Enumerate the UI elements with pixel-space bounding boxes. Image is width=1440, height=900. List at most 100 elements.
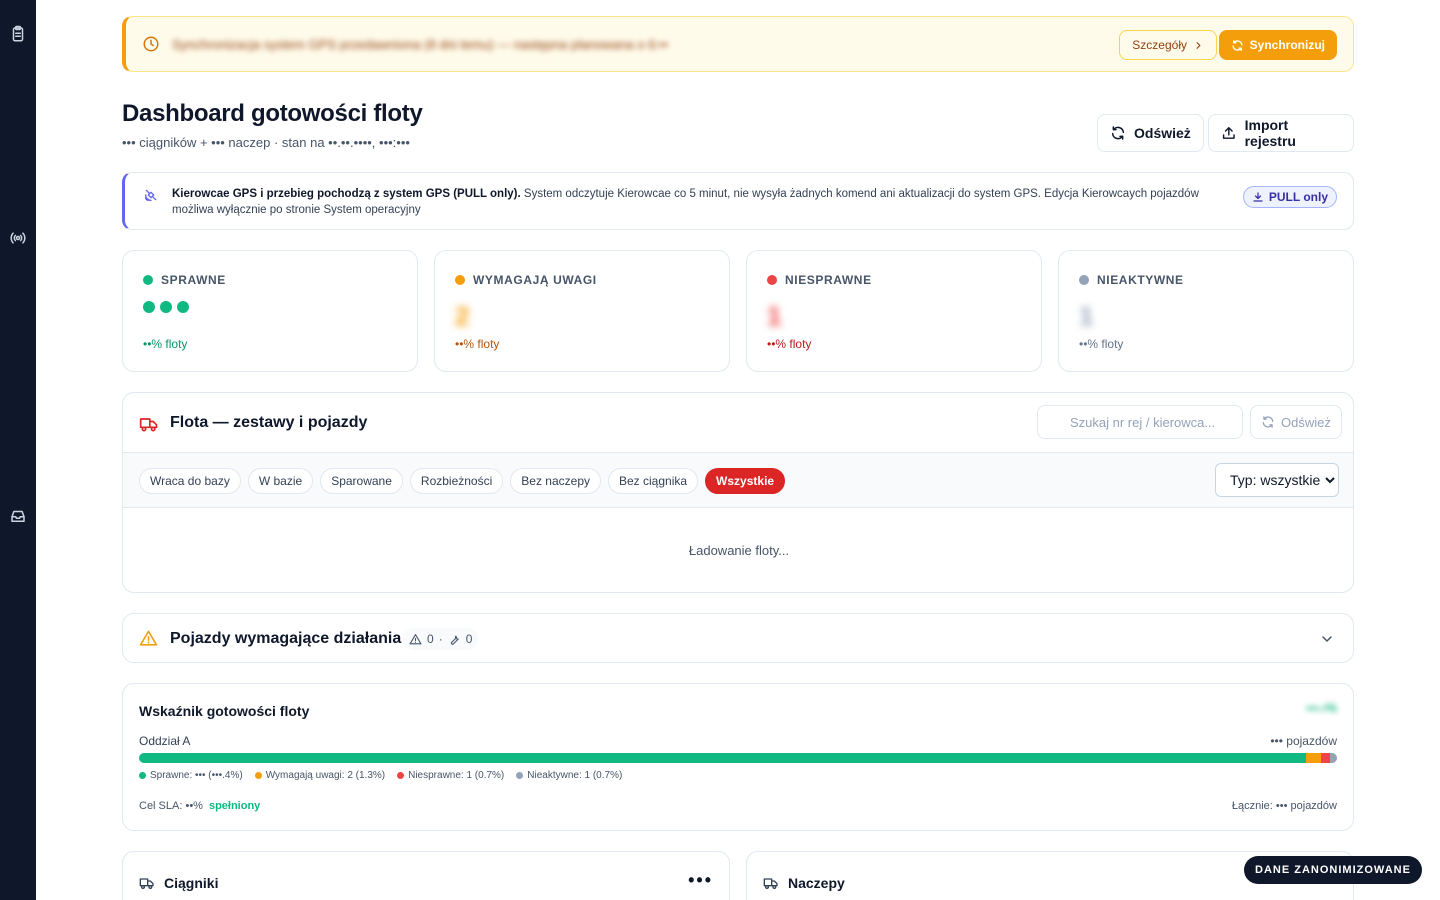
download-icon — [1253, 192, 1263, 202]
gps-info-box: Kierowcae GPS i przebieg pochodzą z syst… — [122, 172, 1354, 230]
stat-label: NIEAKTYWNE — [1097, 273, 1184, 287]
legend-item-inactive: Nieaktywne: 1 (0.7%) — [516, 770, 622, 781]
stat-card-operational: SPRAWNE ••% floty — [122, 250, 418, 372]
clipboard-icon[interactable] — [8, 24, 28, 44]
status-dot — [1079, 275, 1089, 285]
alert-triangle-icon — [409, 633, 422, 644]
stat-card-inactive: NIEAKTYWNE 1 ••% floty — [1058, 250, 1354, 372]
refresh-icon — [1232, 39, 1243, 51]
stat-value: 1 — [767, 301, 782, 331]
info-text-bold: Kierowcae GPS i przebieg pochodzą z syst… — [172, 188, 521, 200]
truck-icon — [139, 878, 154, 889]
page-subtitle: ••• ciągników + ••• naczep · stan na ••.… — [122, 135, 410, 150]
sidebar — [0, 0, 36, 900]
filter-chip-in-base[interactable]: W bazie — [247, 468, 314, 494]
loading-message: Ładowanie floty... — [688, 543, 790, 558]
tractors-count: ••• — [688, 870, 713, 890]
sla-status: spełniony — [208, 800, 261, 812]
stat-label: SPRAWNE — [161, 273, 226, 287]
stat-percent: ••% floty — [143, 337, 188, 351]
branch-vehicle-count: ••• pojazdów — [1270, 734, 1337, 748]
inbox-icon[interactable] — [8, 506, 28, 526]
filter-chip-no-tractor[interactable]: Bez ciągnika — [608, 468, 699, 494]
stat-percent: ••% floty — [1079, 337, 1124, 351]
stat-percent: ••% floty — [455, 337, 500, 351]
details-label: Szczegóły — [1132, 38, 1187, 52]
filter-chip-returning[interactable]: Wraca do bazy — [139, 468, 241, 494]
refresh-label: Odśwież — [1134, 125, 1191, 141]
fleet-refresh-label: Odśwież — [1281, 414, 1331, 430]
legend-item-attention: Wymagają uwagi: 2 (1.3%) — [254, 770, 385, 781]
actions-required-panel[interactable]: Pojazdy wymagające działania 0 · 0 — [122, 613, 1354, 663]
wrench-icon — [450, 635, 459, 645]
trailer-icon — [763, 878, 778, 889]
sla-label: Cel SLA: ••% — [139, 800, 203, 812]
stat-card-attention: WYMAGAJĄ UWAGI 2 ••% floty — [434, 250, 730, 372]
readiness-legend: Sprawne: ••• (•••.4%) Wymagają uwagi: 2 … — [139, 770, 622, 781]
tractors-title: Ciągniki — [164, 875, 219, 891]
readiness-segment — [1305, 753, 1322, 763]
readiness-bar — [139, 753, 1337, 763]
synchronize-label: Synchronizuj — [1249, 38, 1325, 52]
readiness-segment — [1329, 753, 1337, 763]
refresh-icon — [1262, 416, 1274, 428]
stat-label: WYMAGAJĄ UWAGI — [473, 273, 597, 287]
trailers-title: Naczepy — [788, 875, 845, 891]
broadcast-icon[interactable] — [8, 228, 28, 248]
readiness-percent: •••.•% — [1306, 701, 1337, 715]
filter-chip-all[interactable]: Wszystkie — [705, 468, 786, 494]
stat-percent: ••% floty — [767, 337, 812, 351]
stat-value: 1 — [1079, 301, 1094, 331]
stat-label: NIESPRAWNE — [785, 273, 872, 287]
branch-name: Oddział A — [139, 734, 191, 748]
sync-warning-banner: Synchronizacja system GPS przedawniona (… — [122, 16, 1354, 72]
status-dot — [767, 275, 777, 285]
anonymized-data-badge: DANE ZANONIMIZOWANE — [1244, 856, 1422, 884]
warning-icon — [139, 630, 158, 646]
type-select[interactable]: Typ: wszystkie — [1215, 463, 1339, 497]
filter-chip-discrepancies[interactable]: Rozbieżności — [409, 468, 504, 494]
clock-icon — [143, 36, 159, 52]
readiness-segment — [139, 753, 1306, 763]
details-button[interactable]: Szczegóły — [1119, 30, 1217, 60]
actions-counts: 0 · 0 — [403, 628, 479, 650]
import-label: Import rejestru — [1244, 117, 1296, 149]
tractors-card: Ciągniki ••• — [122, 851, 730, 900]
legend-item-operational: Sprawne: ••• (•••.4%) — [139, 770, 243, 781]
fleet-title: Flota — zestawy i pojazdy — [170, 414, 368, 431]
info-text: Kierowcae GPS i przebieg pochodzą z syst… — [172, 186, 1212, 218]
status-dot — [143, 275, 153, 285]
refresh-icon — [1111, 126, 1125, 140]
separator: · — [438, 632, 443, 646]
pull-only-badge: PULL only — [1242, 186, 1337, 208]
fleet-panel: Flota — zestawy i pojazdy Odśwież Wraca … — [122, 392, 1354, 593]
search-input[interactable] — [1037, 405, 1243, 439]
page-title: Dashboard gotowości floty — [122, 100, 423, 127]
filter-chip-paired[interactable]: Sparowane — [320, 468, 403, 494]
stat-card-broken: NIESPRAWNE 1 ••% floty — [746, 250, 1042, 372]
total-vehicles: Łącznie: ••• pojazdów — [1231, 800, 1337, 812]
chevron-right-icon — [1196, 41, 1201, 49]
banner-message: Synchronizacja system GPS przedawniona (… — [172, 37, 669, 52]
filter-bar: Wraca do bazy W bazie Sparowane Rozbieżn… — [123, 452, 1353, 508]
filter-chips: Wraca do bazy W bazie Sparowane Rozbieżn… — [139, 468, 786, 494]
synchronize-button[interactable]: Synchronizuj — [1218, 30, 1337, 60]
repairs-count: 0 — [465, 632, 473, 646]
fleet-readiness-panel: Wskaźnik gotowości floty •••.•% Oddział … — [122, 683, 1354, 831]
import-registry-button[interactable]: Import rejestru — [1208, 114, 1354, 152]
satellite-icon — [145, 189, 157, 201]
filter-chip-no-trailer[interactable]: Bez naczepy — [510, 468, 601, 494]
warnings-count: 0 — [427, 632, 434, 646]
stat-value — [143, 301, 189, 313]
truck-icon — [139, 418, 158, 432]
legend-item-broken: Niesprawne: 1 (0.7%) — [397, 770, 504, 781]
fleet-refresh-button[interactable]: Odśwież — [1250, 405, 1342, 439]
readiness-title: Wskaźnik gotowości floty — [139, 703, 310, 719]
status-dot — [455, 275, 465, 285]
pull-only-label: PULL only — [1268, 190, 1328, 204]
refresh-button[interactable]: Odśwież — [1097, 114, 1204, 152]
masked-value — [143, 301, 189, 313]
chevron-down-icon[interactable] — [1319, 631, 1335, 647]
sla-target: Cel SLA: ••% spełniony — [139, 800, 260, 812]
actions-title: Pojazdy wymagające działania — [170, 630, 402, 647]
